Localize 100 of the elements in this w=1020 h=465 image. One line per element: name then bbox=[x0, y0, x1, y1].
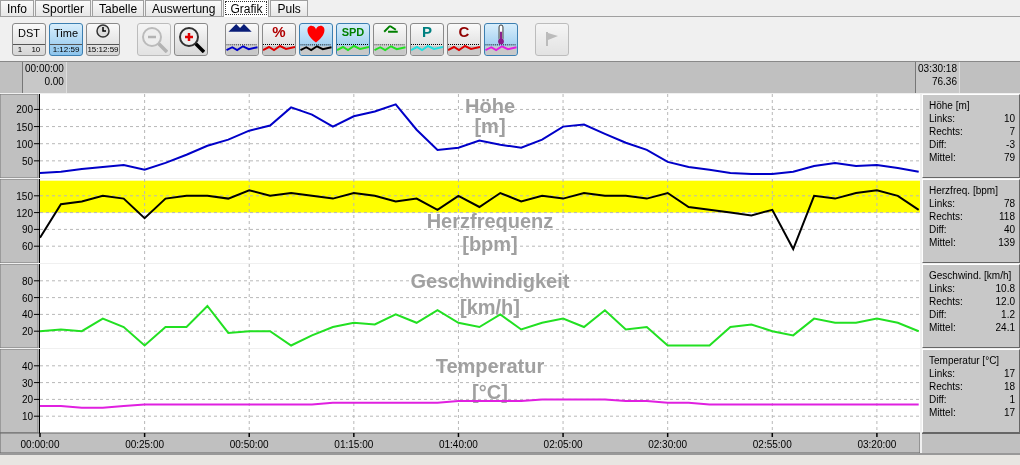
heart-rate-button[interactable] bbox=[299, 22, 333, 56]
tab[interactable]: Sportler bbox=[35, 0, 92, 16]
y-tick-label: 20 bbox=[21, 394, 33, 406]
y-tick-label: 150 bbox=[16, 121, 33, 133]
stat-value: 17 bbox=[1003, 406, 1015, 419]
y-tick-label: 200 bbox=[16, 104, 33, 116]
stat-label: Rechts: bbox=[929, 125, 963, 138]
stat-value: 1 bbox=[1009, 393, 1015, 406]
y-tick-label: 20 bbox=[21, 326, 33, 338]
y-tick-label: 80 bbox=[21, 275, 33, 287]
range-marker[interactable]: 03:30:18 76.36 bbox=[915, 62, 960, 93]
x-tick-label: 02:05:00 bbox=[543, 439, 583, 450]
stat-value: 17 bbox=[1003, 367, 1015, 380]
stat-value: 7 bbox=[1009, 125, 1015, 138]
x-tick-label: 00:00:00 bbox=[20, 439, 60, 450]
x-tick-label: 01:40:00 bbox=[439, 439, 478, 450]
stat-value: 40 bbox=[1003, 223, 1015, 236]
scale-label: 10 bbox=[31, 44, 41, 55]
y-tick-label: 90 bbox=[21, 224, 33, 236]
y-tick-label: 120 bbox=[16, 207, 33, 219]
distance-button[interactable]: DST 1 10 bbox=[12, 22, 46, 56]
temperature-button[interactable] bbox=[484, 22, 518, 56]
tab[interactable]: Tabelle bbox=[92, 0, 145, 16]
stat-label: Mittel: bbox=[929, 406, 956, 419]
stat-label: Diff: bbox=[929, 393, 947, 406]
y-tick-label: 40 bbox=[21, 309, 33, 321]
y-tick-label: 100 bbox=[16, 138, 33, 150]
stat-value: 118 bbox=[999, 210, 1015, 223]
mountain-icon bbox=[226, 23, 258, 55]
stat-label: Diff: bbox=[929, 223, 947, 236]
zoom-out-icon bbox=[140, 25, 168, 53]
y-tick-label: 150 bbox=[16, 190, 33, 202]
y-tick-label: 50 bbox=[21, 155, 33, 167]
stat-value: 1.2 bbox=[1001, 308, 1015, 321]
time-reading: 1:12:59 bbox=[52, 44, 80, 55]
stat-value: 12.0 bbox=[995, 295, 1015, 308]
y-tick-label: 10 bbox=[21, 411, 33, 423]
x-tick-label: 02:30:00 bbox=[648, 439, 688, 450]
wave-icon bbox=[411, 43, 443, 55]
calories-button[interactable]: C bbox=[447, 22, 481, 56]
x-tick-label: 03:20:00 bbox=[857, 439, 897, 450]
chart-title: Herzfrequenz [bpm] bbox=[426, 210, 554, 255]
altitude-button[interactable] bbox=[225, 22, 259, 56]
stat-label: Diff: bbox=[929, 308, 947, 321]
stat-label: Mittel: bbox=[929, 321, 956, 334]
x-tick-label: 00:50:00 bbox=[229, 439, 269, 450]
clock-icon bbox=[96, 23, 110, 38]
speed-button[interactable]: SPD bbox=[336, 22, 370, 56]
stat-label: Mittel: bbox=[929, 151, 956, 164]
x-tick-label: 01:15:00 bbox=[334, 439, 374, 450]
stat-label: Links: bbox=[929, 112, 956, 125]
stat-value: 24.1 bbox=[995, 321, 1015, 334]
x-tick-label: 00:25:00 bbox=[125, 439, 165, 450]
heart-icon bbox=[300, 23, 332, 55]
clock-time-button[interactable]: 15:12:59 bbox=[86, 22, 120, 56]
chart-title: Höhe [m] bbox=[465, 95, 515, 137]
y-tick-label: 30 bbox=[21, 377, 33, 389]
toggle-glyph: SPD bbox=[341, 24, 365, 39]
time-reading: 15:12:59 bbox=[87, 44, 119, 55]
stats-title: Geschwind. [km/h] bbox=[929, 269, 1013, 282]
flag-icon bbox=[544, 31, 560, 47]
stat-value: 18 bbox=[1003, 380, 1015, 393]
stat-value: 78 bbox=[1003, 197, 1015, 210]
stat-value: -3 bbox=[1006, 138, 1015, 151]
y-tick-label: 40 bbox=[21, 360, 33, 372]
stat-label: Mittel: bbox=[929, 236, 956, 249]
tab[interactable]: Puls bbox=[270, 0, 308, 16]
percent-button[interactable]: % bbox=[262, 22, 296, 56]
stat-label: Rechts: bbox=[929, 295, 963, 308]
stat-label: Links: bbox=[929, 197, 956, 210]
time-button[interactable]: Time 1:12:59 bbox=[49, 22, 83, 56]
tab[interactable]: Auswertung bbox=[145, 0, 223, 16]
y-tick-label: 60 bbox=[21, 292, 33, 304]
tab[interactable]: Grafik bbox=[223, 0, 270, 17]
wave-icon bbox=[337, 43, 369, 55]
stat-value: 10 bbox=[1003, 112, 1015, 125]
stat-value: 79 bbox=[1003, 151, 1015, 164]
tab[interactable]: Info bbox=[0, 0, 34, 16]
marker-value: 0.00 bbox=[44, 75, 64, 88]
scale-label: 1 bbox=[17, 44, 23, 55]
toggle-glyph: % bbox=[272, 24, 286, 39]
wave-icon bbox=[263, 43, 295, 55]
toggle-glyph: C bbox=[458, 24, 470, 39]
marker-time: 00:00:00 bbox=[25, 62, 64, 75]
power-button[interactable]: P bbox=[410, 22, 444, 56]
x-tick-label: 02:55:00 bbox=[752, 439, 792, 450]
stat-label: Rechts: bbox=[929, 380, 963, 393]
range-marker[interactable]: 00:00:00 0.00 bbox=[22, 62, 67, 93]
zoom-in-button[interactable] bbox=[174, 22, 208, 56]
stat-value: 10.8 bbox=[995, 282, 1015, 295]
thermometer-icon bbox=[485, 23, 517, 55]
stats-title: Höhe [m] bbox=[929, 99, 971, 112]
stat-label: Diff: bbox=[929, 138, 947, 151]
stat-label: Rechts: bbox=[929, 210, 963, 223]
stat-value: 139 bbox=[998, 236, 1015, 249]
y-tick-label: 60 bbox=[21, 241, 33, 253]
stat-label: Links: bbox=[929, 282, 956, 295]
stat-label: Links: bbox=[929, 367, 956, 380]
stats-title: Temperatur [°C] bbox=[929, 354, 1001, 367]
zoom-in-icon bbox=[177, 25, 205, 53]
